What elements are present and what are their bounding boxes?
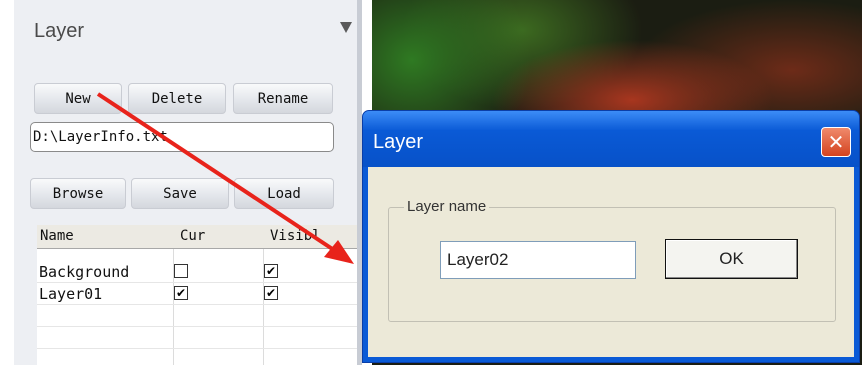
table-header: Name Cur Visibl xyxy=(37,225,357,249)
layer-name-input[interactable] xyxy=(440,241,636,279)
cur-checkbox[interactable]: ✔ xyxy=(174,286,188,300)
layer-name: Layer01 xyxy=(39,285,103,303)
table-row-empty xyxy=(37,305,357,327)
cur-checkbox[interactable] xyxy=(174,264,188,278)
rename-button[interactable]: Rename xyxy=(233,83,333,114)
layer-name: Background xyxy=(39,263,130,281)
header-cur[interactable]: Cur xyxy=(180,228,205,244)
panel-edge xyxy=(0,0,14,365)
table-row-empty xyxy=(37,327,357,349)
header-name[interactable]: Name xyxy=(40,228,74,244)
delete-button[interactable]: Delete xyxy=(128,83,226,114)
group-label: Layer name xyxy=(404,198,490,215)
dialog-title: Layer xyxy=(373,131,424,153)
table-row[interactable]: Layer01 ✔ ✔ xyxy=(37,283,357,305)
panel-title: Layer xyxy=(34,20,85,42)
layer-file-path-field[interactable]: D:\LayerInfo.txt xyxy=(30,122,334,152)
layer-panel: Layer New Delete Rename D:\LayerInfo.txt… xyxy=(0,0,357,365)
header-visible[interactable]: Visibl xyxy=(270,228,321,244)
visible-checkbox[interactable]: ✔ xyxy=(264,264,278,278)
table-row[interactable]: Background ✔ xyxy=(37,261,357,283)
dialog-body: Layer name OK xyxy=(368,167,854,357)
visible-checkbox[interactable]: ✔ xyxy=(264,286,278,300)
layer-name-dialog: Layer ✕ Layer name OK xyxy=(362,110,860,363)
save-button[interactable]: Save xyxy=(131,178,229,209)
browse-button[interactable]: Browse xyxy=(30,178,126,209)
dialog-titlebar[interactable]: Layer ✕ xyxy=(363,111,859,167)
close-icon[interactable]: ✕ xyxy=(821,127,851,157)
ok-button[interactable]: OK xyxy=(665,239,798,279)
layer-table: Name Cur Visibl Background ✔ Layer01 ✔ ✔ xyxy=(37,225,357,365)
triangle-down-icon[interactable] xyxy=(340,22,352,33)
load-button[interactable]: Load xyxy=(234,178,334,209)
new-button[interactable]: New xyxy=(34,83,122,114)
